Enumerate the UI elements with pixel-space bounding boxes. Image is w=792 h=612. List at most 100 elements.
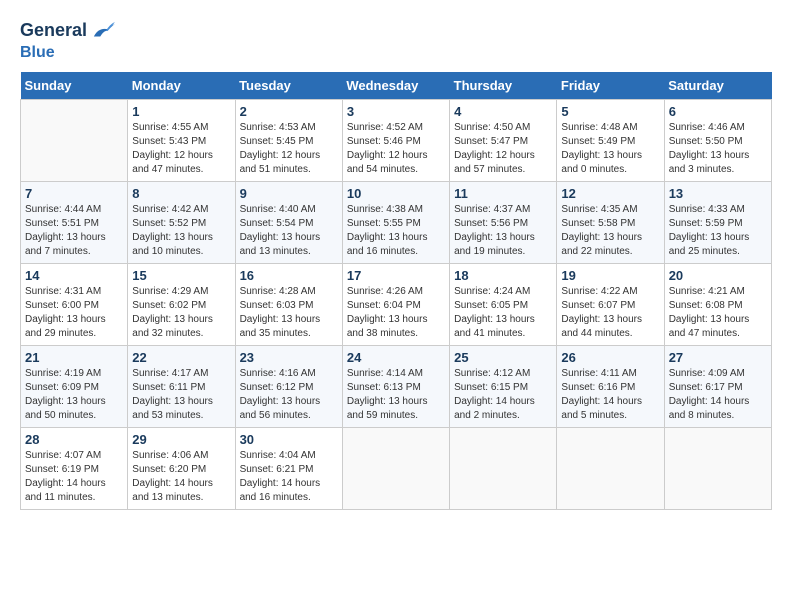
calendar-cell: 12 Sunrise: 4:35 AM Sunset: 5:58 PM Dayli… — [557, 181, 664, 263]
day-number: 17 — [347, 268, 445, 283]
day-number: 26 — [561, 350, 659, 365]
day-number: 9 — [240, 186, 338, 201]
weekday-header: Saturday — [664, 72, 771, 100]
day-number: 2 — [240, 104, 338, 119]
day-info: Sunrise: 4:19 AM Sunset: 6:09 PM Dayligh… — [25, 367, 123, 423]
day-info: Sunrise: 4:42 AM Sunset: 5:52 PM Dayligh… — [132, 203, 230, 259]
day-info: Sunrise: 4:44 AM Sunset: 5:51 PM Dayligh… — [25, 203, 123, 259]
calendar-week-row: 1 Sunrise: 4:55 AM Sunset: 5:43 PM Daylig… — [21, 99, 772, 181]
day-info: Sunrise: 4:52 AM Sunset: 5:46 PM Dayligh… — [347, 121, 445, 177]
day-number: 8 — [132, 186, 230, 201]
day-number: 20 — [669, 268, 767, 283]
calendar-cell: 2 Sunrise: 4:53 AM Sunset: 5:45 PM Daylig… — [235, 99, 342, 181]
calendar-cell: 10Sunrise: 4:38 AM Sunset: 5:55 PM Dayli… — [342, 181, 449, 263]
day-info: Sunrise: 4:48 AM Sunset: 5:49 PM Dayligh… — [561, 121, 659, 177]
day-number: 6 — [669, 104, 767, 119]
day-number: 1 — [132, 104, 230, 119]
calendar-cell: 14 Sunrise: 4:31 AM Sunset: 6:00 PM Dayli… — [21, 263, 128, 345]
calendar-week-row: 7 Sunrise: 4:44 AM Sunset: 5:51 PM Daylig… — [21, 181, 772, 263]
calendar-cell: 9 Sunrise: 4:40 AM Sunset: 5:54 PM Daylig… — [235, 181, 342, 263]
day-number: 4 — [454, 104, 552, 119]
calendar-week-row: 14 Sunrise: 4:31 AM Sunset: 6:00 PM Dayli… — [21, 263, 772, 345]
calendar-cell: 23Sunrise: 4:16 AM Sunset: 6:12 PM Dayli… — [235, 345, 342, 427]
calendar-cell: 5 Sunrise: 4:48 AM Sunset: 5:49 PM Daylig… — [557, 99, 664, 181]
logo: GeneralBlue — [20, 20, 117, 62]
page-header: GeneralBlue — [20, 20, 772, 62]
calendar-cell — [450, 427, 557, 509]
calendar-cell — [557, 427, 664, 509]
day-info: Sunrise: 4:21 AM Sunset: 6:08 PM Dayligh… — [669, 285, 767, 341]
day-number: 13 — [669, 186, 767, 201]
day-number: 25 — [454, 350, 552, 365]
day-info: Sunrise: 4:17 AM Sunset: 6:11 PM Dayligh… — [132, 367, 230, 423]
day-number: 12 — [561, 186, 659, 201]
weekday-header: Wednesday — [342, 72, 449, 100]
calendar-cell: 18 Sunrise: 4:24 AM Sunset: 6:05 PM Dayli… — [450, 263, 557, 345]
day-number: 27 — [669, 350, 767, 365]
logo-text: GeneralBlue — [20, 20, 117, 62]
calendar-cell — [342, 427, 449, 509]
calendar-cell: 13 Sunrise: 4:33 AM Sunset: 5:59 PM Dayli… — [664, 181, 771, 263]
calendar-cell: 28 Sunrise: 4:07 AM Sunset: 6:19 PM Dayli… — [21, 427, 128, 509]
calendar-cell: 30Sunrise: 4:04 AM Sunset: 6:21 PM Dayli… — [235, 427, 342, 509]
day-info: Sunrise: 4:26 AM Sunset: 6:04 PM Dayligh… — [347, 285, 445, 341]
weekday-header: Sunday — [21, 72, 128, 100]
day-info: Sunrise: 4:24 AM Sunset: 6:05 PM Dayligh… — [454, 285, 552, 341]
day-number: 18 — [454, 268, 552, 283]
day-info: Sunrise: 4:55 AM Sunset: 5:43 PM Dayligh… — [132, 121, 230, 177]
calendar-cell: 1 Sunrise: 4:55 AM Sunset: 5:43 PM Daylig… — [128, 99, 235, 181]
day-number: 21 — [25, 350, 123, 365]
day-number: 15 — [132, 268, 230, 283]
day-info: Sunrise: 4:46 AM Sunset: 5:50 PM Dayligh… — [669, 121, 767, 177]
day-info: Sunrise: 4:07 AM Sunset: 6:19 PM Dayligh… — [25, 449, 123, 505]
calendar-cell: 22 Sunrise: 4:17 AM Sunset: 6:11 PM Dayli… — [128, 345, 235, 427]
calendar-cell: 26Sunrise: 4:11 AM Sunset: 6:16 PM Dayli… — [557, 345, 664, 427]
calendar-cell: 25Sunrise: 4:12 AM Sunset: 6:15 PM Dayli… — [450, 345, 557, 427]
day-number: 29 — [132, 432, 230, 447]
calendar-cell: 15 Sunrise: 4:29 AM Sunset: 6:02 PM Dayli… — [128, 263, 235, 345]
calendar-cell: 29 Sunrise: 4:06 AM Sunset: 6:20 PM Dayli… — [128, 427, 235, 509]
day-number: 16 — [240, 268, 338, 283]
calendar-cell: 17 Sunrise: 4:26 AM Sunset: 6:04 PM Dayli… — [342, 263, 449, 345]
day-number: 11 — [454, 186, 552, 201]
weekday-header: Thursday — [450, 72, 557, 100]
calendar-cell: 8 Sunrise: 4:42 AM Sunset: 5:52 PM Daylig… — [128, 181, 235, 263]
day-number: 28 — [25, 432, 123, 447]
calendar-cell — [21, 99, 128, 181]
calendar-cell: 4 Sunrise: 4:50 AM Sunset: 5:47 PM Daylig… — [450, 99, 557, 181]
day-info: Sunrise: 4:06 AM Sunset: 6:20 PM Dayligh… — [132, 449, 230, 505]
calendar-week-row: 21 Sunrise: 4:19 AM Sunset: 6:09 PM Dayli… — [21, 345, 772, 427]
weekday-header: Tuesday — [235, 72, 342, 100]
calendar-cell: 20 Sunrise: 4:21 AM Sunset: 6:08 PM Dayli… — [664, 263, 771, 345]
day-number: 5 — [561, 104, 659, 119]
calendar-cell: 21 Sunrise: 4:19 AM Sunset: 6:09 PM Dayli… — [21, 345, 128, 427]
day-number: 30 — [240, 432, 338, 447]
day-number: 7 — [25, 186, 123, 201]
day-number: 10 — [347, 186, 445, 201]
day-info: Sunrise: 4:14 AM Sunset: 6:13 PM Dayligh… — [347, 367, 445, 423]
day-info: Sunrise: 4:53 AM Sunset: 5:45 PM Dayligh… — [240, 121, 338, 177]
calendar-table: SundayMondayTuesdayWednesdayThursdayFrid… — [20, 72, 772, 510]
day-info: Sunrise: 4:22 AM Sunset: 6:07 PM Dayligh… — [561, 285, 659, 341]
day-number: 14 — [25, 268, 123, 283]
day-number: 24 — [347, 350, 445, 365]
day-info: Sunrise: 4:40 AM Sunset: 5:54 PM Dayligh… — [240, 203, 338, 259]
day-info: Sunrise: 4:29 AM Sunset: 6:02 PM Dayligh… — [132, 285, 230, 341]
calendar-cell: 16 Sunrise: 4:28 AM Sunset: 6:03 PM Dayli… — [235, 263, 342, 345]
calendar-cell: 24 Sunrise: 4:14 AM Sunset: 6:13 PM Dayli… — [342, 345, 449, 427]
day-info: Sunrise: 4:35 AM Sunset: 5:58 PM Dayligh… — [561, 203, 659, 259]
day-number: 19 — [561, 268, 659, 283]
calendar-cell: 19 Sunrise: 4:22 AM Sunset: 6:07 PM Dayli… — [557, 263, 664, 345]
calendar-cell: 27Sunrise: 4:09 AM Sunset: 6:17 PM Dayli… — [664, 345, 771, 427]
day-number: 22 — [132, 350, 230, 365]
day-info: Sunrise: 4:50 AM Sunset: 5:47 PM Dayligh… — [454, 121, 552, 177]
day-info: Sunrise: 4:37 AM Sunset: 5:56 PM Dayligh… — [454, 203, 552, 259]
day-info: Sunrise: 4:31 AM Sunset: 6:00 PM Dayligh… — [25, 285, 123, 341]
calendar-week-row: 28 Sunrise: 4:07 AM Sunset: 6:19 PM Dayli… — [21, 427, 772, 509]
calendar-header-row: SundayMondayTuesdayWednesdayThursdayFrid… — [21, 72, 772, 100]
day-info: Sunrise: 4:28 AM Sunset: 6:03 PM Dayligh… — [240, 285, 338, 341]
day-info: Sunrise: 4:33 AM Sunset: 5:59 PM Dayligh… — [669, 203, 767, 259]
calendar-cell — [664, 427, 771, 509]
day-number: 23 — [240, 350, 338, 365]
calendar-cell: 7 Sunrise: 4:44 AM Sunset: 5:51 PM Daylig… — [21, 181, 128, 263]
